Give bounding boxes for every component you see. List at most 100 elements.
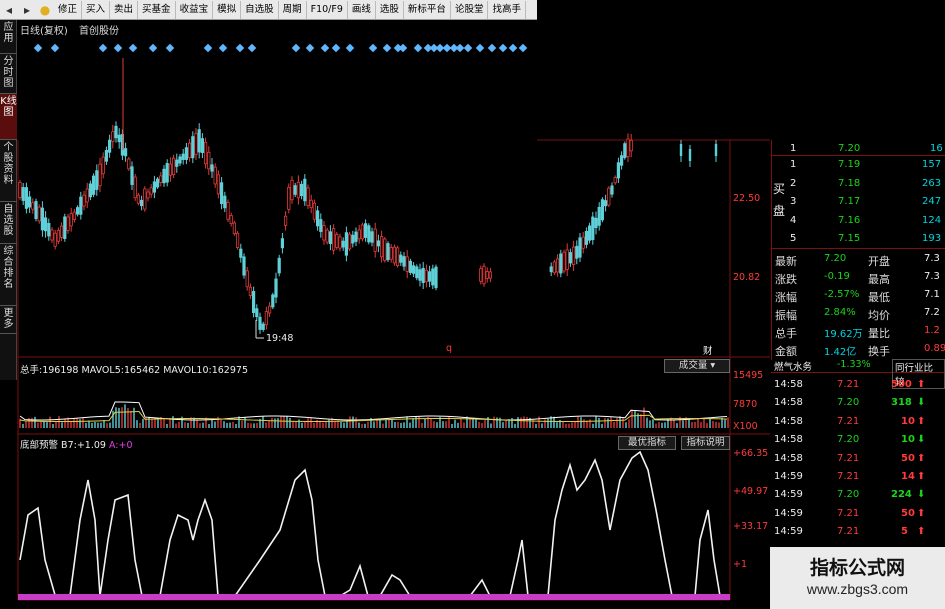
candle-body [293,185,297,195]
candle-body [335,234,339,248]
signal-dot-icon [113,43,123,53]
price-tick-high: 22.50 [733,193,761,204]
candle-body [427,271,432,282]
candle-body [556,258,560,273]
finance-marker[interactable]: 财 [703,343,713,357]
candle-body [255,308,259,318]
candle-body [373,228,377,252]
candle-body [370,231,374,243]
candle-body [389,247,393,260]
chevron-down-icon: ▾ [710,360,716,371]
candle-body [408,260,413,273]
arrow-down-icon: ⬇ [917,434,926,446]
candle-body [312,202,317,220]
indicator-header: 底部预警 B7:+1.09 A:+0 [20,440,133,451]
candle-body [629,139,633,152]
candle-body [264,311,269,326]
indicator-help-button[interactable]: 指标说明 [681,436,730,450]
signal-dot-icon [305,43,315,53]
signal-dot-icon [345,43,355,53]
candle-body [133,176,137,199]
low-price-marker: 19:48 [266,333,294,344]
tick-row: 14:59 7.20 224 ⬇ [774,489,926,501]
quote-stat-row: 涨跌 -0.19 最高 7.3 [775,271,940,286]
candle-body [143,188,147,210]
candle-body [76,207,80,215]
candle-body [187,142,192,159]
candle-body [104,149,108,162]
tick-row: 14:59 7.21 5 ⬆ [774,526,926,538]
candle-body [200,138,204,153]
candle-body [392,246,397,264]
candle-body [101,156,105,175]
candle-body [88,183,92,198]
candle-body [127,158,131,170]
event-marker-q[interactable]: q [446,343,452,354]
buy-level-row[interactable]: 5 7.15 193 [772,230,945,248]
watermark-title: 指标公式网 [809,557,905,579]
candle-body [604,200,608,207]
candle-body [210,164,214,172]
candle-body [584,230,589,245]
candle-body [85,188,89,203]
candle-body [418,269,422,281]
candle-body [347,233,352,250]
candle-body [299,183,304,197]
indicator-axis-1: +66.35 [733,448,769,459]
candle-body [405,256,409,272]
signal-dot-icon [398,43,408,53]
candle-body [69,213,73,227]
signal-dot-icon [128,43,138,53]
candle-body [679,144,683,156]
candle-body [325,229,329,243]
candle-body [219,182,224,204]
candle-body [290,179,294,201]
candle-body [411,265,416,274]
candle-body [424,269,429,283]
candle-body [309,199,313,209]
buy-level-row[interactable]: 1 7.19 157 [772,156,945,174]
candle-body [354,231,358,242]
signal-dot-icon [382,43,392,53]
sector-row[interactable]: 燃气水务 -1.33% 同行业比较 [771,358,945,389]
candle-body [53,232,57,247]
signal-dot-icon [218,43,228,53]
candle-body [207,151,211,170]
signal-dot-icon [475,43,485,53]
candle-body [149,187,153,195]
candle-body [376,240,381,247]
candle-body [594,217,598,229]
candle-body [229,215,233,224]
indicator-a-baseline [18,594,730,600]
candle-body [191,136,195,159]
candle-body [581,236,585,249]
quote-stat-row: 金额 1.42亿 换手 0.89 [775,343,945,358]
volume-indicator-dropdown[interactable]: 成交量 ▾ [664,359,730,373]
candle-body [248,286,252,296]
buy-level-row[interactable]: 4 7.16 124 [772,212,945,230]
buy-level-row[interactable]: 3 7.17 247 [772,193,945,211]
candle-body [79,196,83,215]
signal-dot-icon [320,43,330,53]
indicator-axis-4: +1 [733,559,748,570]
candle-body [482,265,486,285]
candle-body [578,237,582,258]
signal-dot-icon [413,43,423,53]
quote-stat-row: 总手 19.62万 量比 1.2 [775,325,940,340]
candle-body [146,191,150,199]
buy-level-row[interactable]: 2 7.18 263 [772,175,945,193]
candle-body [562,251,566,272]
candle-body [37,206,41,222]
candle-body [175,159,179,167]
candle-body [66,216,70,231]
best-indicator-button[interactable]: 最优指标 [618,436,676,450]
signal-dot-icon [455,43,465,53]
signal-dot-icon [518,43,528,53]
candle-body [588,225,592,241]
candle-body [194,132,198,156]
candle-body [572,246,576,265]
candle-body [549,266,553,273]
candle-body [136,194,140,204]
candle-body [338,236,342,249]
tick-row: 14:58 7.21 50 ⬆ [774,452,926,464]
